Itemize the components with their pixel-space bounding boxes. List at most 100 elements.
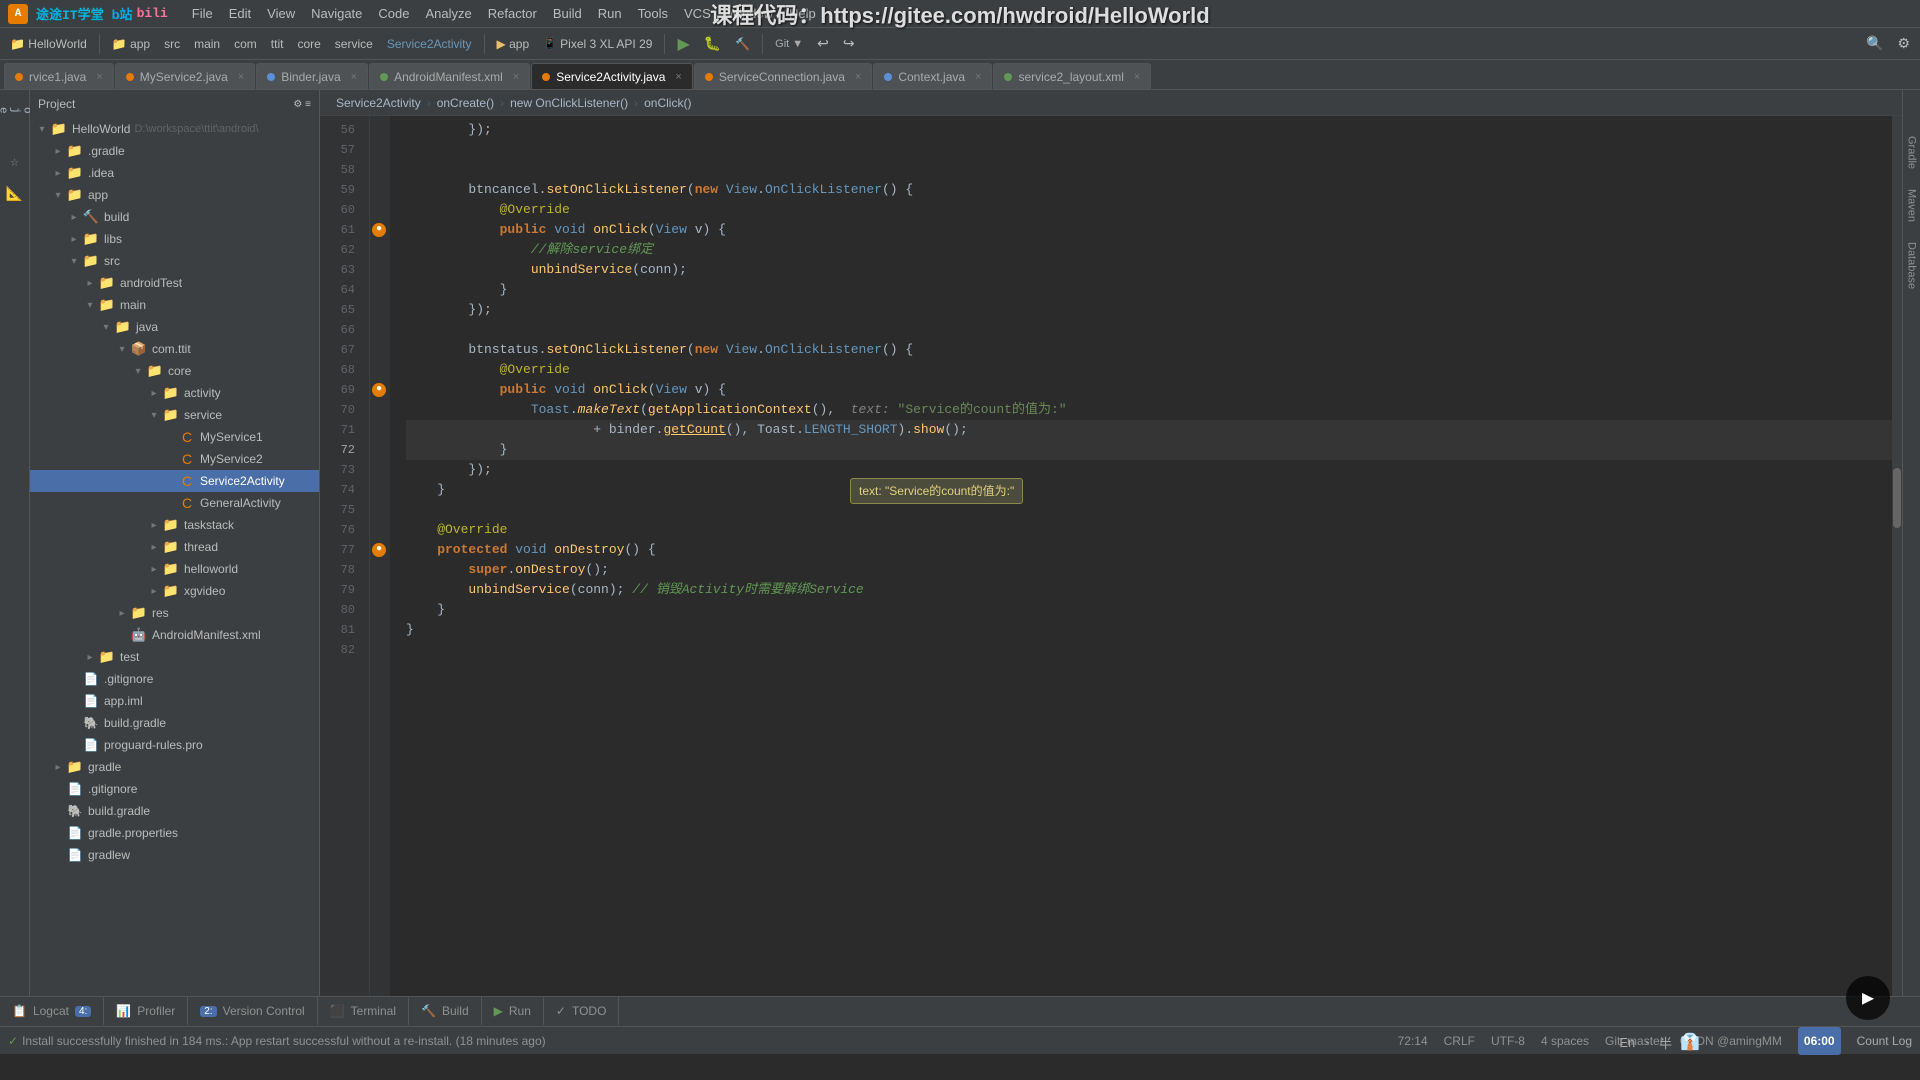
- logcat-tab[interactable]: 📋 Logcat 4:: [0, 997, 104, 1025]
- tree-buildgradle2[interactable]: 🐘 build.gradle: [30, 800, 319, 822]
- tree-comttit[interactable]: ▾ 📦 com.ttit: [30, 338, 319, 360]
- tab-context[interactable]: Context.java ×: [873, 63, 992, 89]
- tab-close-manifest[interactable]: ×: [513, 71, 519, 83]
- lang-cn-num[interactable]: 半: [1659, 1033, 1672, 1052]
- git-button[interactable]: Git ▼: [769, 31, 809, 57]
- breadcrumb-new-listener[interactable]: new OnClickListener(): [510, 96, 628, 110]
- tab-close-context[interactable]: ×: [975, 71, 981, 83]
- gutter-61[interactable]: ●: [370, 220, 390, 240]
- tree-appiml[interactable]: 📄 app.iml: [30, 690, 319, 712]
- toolbar-service-btn[interactable]: service: [329, 31, 379, 57]
- tree-src[interactable]: ▾ 📁 src: [30, 250, 319, 272]
- gutter-77[interactable]: ●: [370, 540, 390, 560]
- run-tab[interactable]: ▶ Run: [482, 997, 544, 1025]
- tab-close-layout[interactable]: ×: [1134, 71, 1140, 83]
- tree-activity[interactable]: ▸ 📁 activity: [30, 382, 319, 404]
- run-button[interactable]: ▶: [671, 31, 695, 57]
- menu-analyze[interactable]: Analyze: [417, 0, 479, 27]
- toolbar-app-btn[interactable]: 📁 app: [106, 31, 156, 57]
- profiler-tab[interactable]: 📊 Profiler: [104, 997, 188, 1025]
- tree-androidtest[interactable]: ▸ 📁 androidTest: [30, 272, 319, 294]
- tab-service2layout[interactable]: service2_layout.xml ×: [993, 63, 1151, 89]
- tree-helloworld[interactable]: ▾ 📁 HelloWorld D:\workspace\ttit\android…: [30, 118, 319, 140]
- lang-en[interactable]: En: [1619, 1035, 1635, 1050]
- tree-buildgradle[interactable]: 🐘 build.gradle: [30, 712, 319, 734]
- tree-gradlew[interactable]: 📄 gradlew: [30, 844, 319, 866]
- breakpoint-77[interactable]: ●: [372, 543, 386, 557]
- tree-res[interactable]: ▸ 📁 res: [30, 602, 319, 624]
- tab-androidmanifest[interactable]: AndroidManifest.xml ×: [369, 63, 530, 89]
- toolbar-src-btn[interactable]: src: [158, 31, 186, 57]
- tree-myservice2[interactable]: C MyService2: [30, 448, 319, 470]
- line-col-status[interactable]: 72:14: [1398, 1034, 1428, 1048]
- sidebar-gear[interactable]: ⚙ ≡: [293, 99, 311, 110]
- tree-helloworld2[interactable]: ▸ 📁 helloworld: [30, 558, 319, 580]
- toolbar-undo[interactable]: ↩: [811, 31, 835, 57]
- breadcrumb-onclick[interactable]: onClick(): [644, 96, 691, 110]
- tab-serviceconnection[interactable]: ServiceConnection.java ×: [694, 63, 873, 89]
- tree-idea[interactable]: ▸ 📁 .idea: [30, 162, 319, 184]
- tree-core[interactable]: ▾ 📁 core: [30, 360, 319, 382]
- favorites-icon-btn[interactable]: ☆: [3, 150, 27, 174]
- toolbar-device-btn[interactable]: 📱 Pixel 3 XL API 29: [537, 31, 658, 57]
- tree-service2activity[interactable]: C Service2Activity: [30, 470, 319, 492]
- tab-close-binder[interactable]: ×: [351, 71, 357, 83]
- build-button[interactable]: 🔨: [729, 31, 756, 57]
- menu-code[interactable]: Code: [370, 0, 417, 27]
- lang-icon[interactable]: 👔: [1680, 1032, 1700, 1052]
- tree-gitignore2[interactable]: 📄 .gitignore: [30, 778, 319, 800]
- tree-taskstack[interactable]: ▸ 📁 taskstack: [30, 514, 319, 536]
- tree-gitignore1[interactable]: 📄 .gitignore: [30, 668, 319, 690]
- toolbar-main-btn[interactable]: main: [188, 31, 226, 57]
- tree-service[interactable]: ▾ 📁 service: [30, 404, 319, 426]
- line-sep-status[interactable]: CRLF: [1444, 1034, 1475, 1048]
- search-everywhere-btn[interactable]: 🔍: [1860, 31, 1889, 57]
- structure-icon-btn[interactable]: 📐: [3, 182, 27, 206]
- tree-proguard[interactable]: 📄 proguard-rules.pro: [30, 734, 319, 756]
- toolbar-active-file-btn[interactable]: Service2Activity: [381, 31, 478, 57]
- build-tab[interactable]: 🔨 Build: [409, 997, 482, 1025]
- tab-close-serviceconn[interactable]: ×: [855, 71, 861, 83]
- toolbar-com-btn[interactable]: com: [228, 31, 263, 57]
- scroll-thumb[interactable]: [1893, 468, 1901, 528]
- menu-navigate[interactable]: Navigate: [303, 0, 370, 27]
- menu-edit[interactable]: Edit: [221, 0, 259, 27]
- menu-run[interactable]: Run: [590, 0, 630, 27]
- tree-gradle1[interactable]: ▸ 📁 .gradle: [30, 140, 319, 162]
- tree-java[interactable]: ▾ 📁 java: [30, 316, 319, 338]
- tree-thread[interactable]: ▸ 📁 thread: [30, 536, 319, 558]
- maven-panel-btn[interactable]: Maven: [1904, 183, 1920, 228]
- encoding-status[interactable]: UTF-8: [1491, 1034, 1525, 1048]
- breadcrumb-service2activity[interactable]: Service2Activity: [336, 96, 421, 110]
- tab-binder[interactable]: Binder.java ×: [256, 63, 368, 89]
- media-play-button[interactable]: ▶: [1846, 976, 1890, 1020]
- toolbar-core-btn[interactable]: core: [291, 31, 326, 57]
- tab-myservice2[interactable]: MyService2.java ×: [115, 63, 255, 89]
- toolbar-project-btn[interactable]: 📁 HelloWorld: [4, 31, 93, 57]
- tab-service2activity[interactable]: Service2Activity.java ×: [531, 63, 693, 89]
- tree-main[interactable]: ▾ 📁 main: [30, 294, 319, 316]
- gutter-69[interactable]: ●: [370, 380, 390, 400]
- project-icon-btn[interactable]: Project: [3, 98, 27, 122]
- toolbar-redo[interactable]: ↪: [837, 31, 861, 57]
- tab-close-myservice2[interactable]: ×: [238, 71, 244, 83]
- menu-refactor[interactable]: Refactor: [480, 0, 545, 27]
- tree-gradle2[interactable]: ▸ 📁 gradle: [30, 756, 319, 778]
- menu-file[interactable]: File: [184, 0, 221, 27]
- tab-close-rvice1[interactable]: ×: [96, 71, 102, 83]
- tree-androidmanifest[interactable]: 🤖 AndroidManifest.xml: [30, 624, 319, 646]
- tree-libs[interactable]: ▸ 📁 libs: [30, 228, 319, 250]
- tab-close-service2activity[interactable]: ×: [675, 71, 681, 83]
- gradle-panel-btn[interactable]: Gradle: [1904, 130, 1920, 175]
- code-content[interactable]: }); btncancel.setOnClickListener(new Vie…: [390, 116, 1892, 996]
- editor-scrollbar[interactable]: [1892, 116, 1902, 996]
- breakpoint-69[interactable]: ●: [372, 383, 386, 397]
- tree-gradleprops[interactable]: 📄 gradle.properties: [30, 822, 319, 844]
- toolbar-config-btn[interactable]: ▶ app: [491, 31, 536, 57]
- menu-view[interactable]: View: [259, 0, 303, 27]
- tree-build[interactable]: ▸ 🔨 build: [30, 206, 319, 228]
- menu-tools[interactable]: Tools: [630, 0, 676, 27]
- tree-myservice1[interactable]: C MyService1: [30, 426, 319, 448]
- menu-build[interactable]: Build: [545, 0, 590, 27]
- settings-btn[interactable]: ⚙: [1891, 31, 1916, 57]
